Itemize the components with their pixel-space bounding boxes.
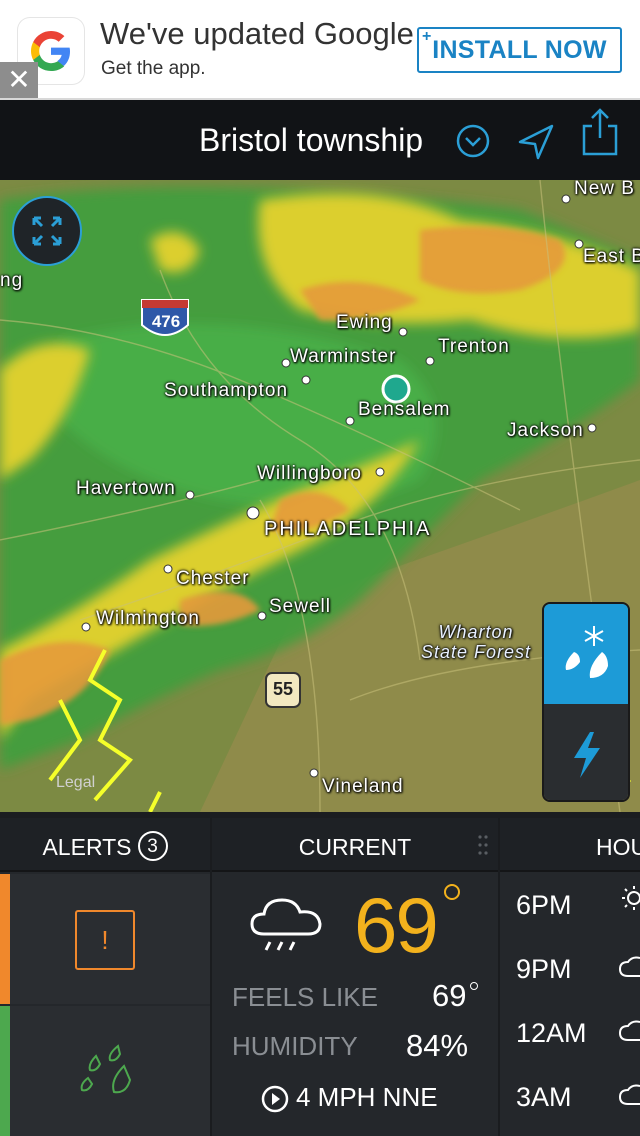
wind-value: 4 MPH NNE (296, 1082, 438, 1112)
app-header: Bristol township (0, 100, 640, 180)
alert-stripe (0, 1006, 10, 1136)
alert-count-badge: 3 (137, 831, 168, 861)
install-now-button[interactable]: + INSTALL NOW (417, 27, 622, 73)
city-label: ng (0, 270, 24, 291)
hourly-column: HOU 6PM 9PM 12AM 3AM (500, 818, 640, 1136)
hourly-header[interactable]: HOU (500, 818, 640, 872)
alert-item[interactable] (0, 1006, 210, 1136)
highway-476-label: 476 (151, 312, 181, 331)
hour-time: 9PM (516, 954, 572, 984)
map-layer-panel (542, 602, 630, 802)
humidity-label: HUMIDITY (232, 1031, 358, 1061)
city-label: Wilmington (96, 608, 200, 629)
legal-link[interactable]: Legal (56, 774, 95, 792)
current-column: CURRENT 69 FEELS LIKE 69 HUMIDITY 84% 4 … (212, 818, 498, 1136)
city-label: Warminster (290, 346, 397, 367)
cloud-icon (618, 1084, 640, 1105)
city-label: Wharton State Forest (420, 622, 532, 662)
cloud-icon (618, 956, 640, 977)
city-label: Havertown (76, 478, 176, 499)
precipitation-layer-button[interactable] (544, 604, 628, 704)
hour-time: 12AM (516, 1018, 587, 1048)
hour-time: 6PM (516, 890, 572, 920)
alerts-title: ALERTS (42, 834, 132, 860)
city-label: Ewing (336, 312, 393, 333)
share-icon[interactable] (580, 106, 620, 158)
ad-banner[interactable]: We've updated Google Get the app. + INST… (0, 0, 640, 100)
location-arrow-icon[interactable] (516, 122, 556, 162)
city-label: Bensalem (358, 399, 451, 420)
precipitation-icon (565, 626, 608, 678)
chevron-down-icon[interactable] (455, 123, 491, 159)
degree-symbol (470, 982, 478, 990)
current-title: CURRENT (298, 834, 412, 860)
exclamation-icon: ! (75, 910, 135, 970)
location-title[interactable]: Bristol township (199, 122, 423, 159)
city-label: Chester (176, 568, 250, 589)
alert-item[interactable]: ! (0, 874, 210, 1004)
drag-handle-icon[interactable] (478, 834, 488, 856)
partly-sunny-icon (622, 886, 640, 910)
lightning-layer-button[interactable] (544, 704, 628, 800)
radar-map[interactable]: New B East B ng Ewing Warminster Trenton… (0, 180, 640, 812)
degree-symbol (444, 884, 460, 900)
city-label: New B (574, 180, 635, 199)
plus-icon: + (422, 28, 432, 45)
city-label: Jackson (507, 420, 584, 441)
city-label: East B (583, 246, 640, 267)
cloud-rain-icon (250, 898, 322, 951)
weather-panels: ALERTS 3 ! CURRENT 69 FEELS LIKE 69 HUMI… (0, 818, 640, 1136)
highway-55-label: 55 (272, 679, 294, 699)
city-label: Trenton (438, 336, 510, 357)
city-label: Vineland (322, 776, 404, 797)
ad-title: We've updated Google (100, 16, 414, 51)
alerts-column: ALERTS 3 ! (0, 818, 210, 1136)
alerts-header[interactable]: ALERTS 3 (0, 818, 210, 872)
hourly-title: HOU (596, 834, 640, 860)
expand-icon (32, 216, 62, 246)
humidity-value: 84% (406, 1028, 469, 1063)
install-label: INSTALL NOW (432, 36, 607, 64)
cloud-icon (618, 1020, 640, 1041)
fullscreen-button[interactable] (12, 196, 82, 266)
ad-subtitle: Get the app. (101, 58, 206, 79)
city-label: Sewell (269, 596, 331, 617)
wind-direction-icon (261, 1085, 289, 1113)
feels-like-value: 69 (432, 978, 467, 1013)
current-temperature: 69 (354, 881, 439, 969)
city-label: PHILADELPHIA (264, 518, 432, 540)
alert-stripe (0, 874, 10, 1004)
city-label: Southampton (164, 380, 289, 401)
hour-time: 3AM (516, 1082, 572, 1112)
lightning-icon (574, 732, 600, 778)
city-label: Willingboro (257, 463, 362, 484)
rain-drops-icon (80, 1044, 132, 1094)
feels-like-label: FEELS LIKE (232, 982, 378, 1012)
close-ad-button[interactable]: ✕ (0, 62, 38, 98)
current-header[interactable]: CURRENT (212, 818, 498, 872)
